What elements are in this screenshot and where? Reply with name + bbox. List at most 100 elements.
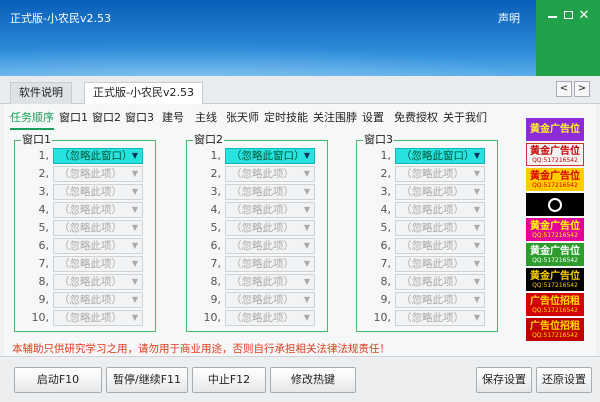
- legal-warning: 本辅助只供研究学习之用，请勿用于商业用途，否则自行承担相关法律法规责任！: [12, 343, 390, 355]
- edit-hotkey-button[interactable]: 修改热键: [270, 367, 356, 393]
- tab-window1[interactable]: 窗口1: [59, 108, 88, 128]
- row-number: 4,: [380, 203, 392, 216]
- task-select[interactable]: （忽略此项） ▼: [395, 310, 485, 326]
- ad-banner[interactable]: 黄金广告位 QQ:517216542: [526, 243, 584, 266]
- restore-settings-button[interactable]: 还原设置: [536, 367, 592, 393]
- title-bar-decoration: [0, 36, 600, 76]
- task-select[interactable]: （忽略此窗口） ▼: [395, 148, 485, 164]
- ad-text: 广告位招租: [530, 320, 580, 332]
- task-select[interactable]: （忽略此项） ▼: [395, 256, 485, 272]
- task-select[interactable]: （忽略此项） ▼: [225, 202, 315, 218]
- task-select[interactable]: （忽略此项） ▼: [395, 274, 485, 290]
- chevron-down-icon: ▼: [473, 223, 480, 232]
- tab-about-us[interactable]: 关于我们: [443, 108, 487, 128]
- tab-create-account[interactable]: 建号: [162, 108, 184, 128]
- ad-banner[interactable]: 黄金广告位 QQ:517216542: [526, 268, 584, 291]
- task-select[interactable]: （忽略此项） ▼: [225, 256, 315, 272]
- tab-window2[interactable]: 窗口2: [92, 108, 121, 128]
- chevron-down-icon: ▼: [473, 187, 480, 196]
- tab-software-info[interactable]: 软件说明: [10, 82, 72, 104]
- row-number: 9,: [210, 293, 222, 306]
- row-number: 10,: [31, 311, 50, 324]
- select-value: （忽略此项）: [59, 204, 122, 216]
- pause-resume-button[interactable]: 暂停/继续F11: [106, 367, 188, 393]
- group-title: 窗口3: [363, 133, 394, 147]
- row-number: 6,: [380, 239, 392, 252]
- ad-text: 黄金广告位: [530, 270, 580, 282]
- tab-follow-weibo[interactable]: 关注围脖: [313, 108, 357, 128]
- row-number: 6,: [210, 239, 222, 252]
- tab-prev-button[interactable]: <: [556, 81, 572, 97]
- tab-free-license[interactable]: 免费授权: [394, 108, 438, 128]
- task-select[interactable]: （忽略此项） ▼: [395, 238, 485, 254]
- task-select[interactable]: （忽略此项） ▼: [53, 292, 143, 308]
- task-select[interactable]: （忽略此项） ▼: [225, 292, 315, 308]
- task-select[interactable]: （忽略此项） ▼: [395, 184, 485, 200]
- save-settings-button[interactable]: 保存设置: [476, 367, 532, 393]
- stop-button[interactable]: 中止F12: [192, 367, 266, 393]
- task-select[interactable]: （忽略此项） ▼: [395, 292, 485, 308]
- chevron-down-icon: ▼: [303, 295, 310, 304]
- task-select[interactable]: （忽略此项） ▼: [225, 166, 315, 182]
- tab-main-quest[interactable]: 主线: [195, 108, 217, 128]
- task-select[interactable]: （忽略此项） ▼: [53, 184, 143, 200]
- row-number: 6,: [38, 239, 50, 252]
- chevron-down-icon: ▼: [473, 259, 480, 268]
- tab-main[interactable]: 正式版-小农民v2.53: [84, 82, 203, 104]
- task-select[interactable]: （忽略此项） ▼: [395, 220, 485, 236]
- task-select[interactable]: （忽略此项） ▼: [53, 256, 143, 272]
- task-select[interactable]: （忽略此项） ▼: [225, 274, 315, 290]
- task-select[interactable]: （忽略此项） ▼: [53, 310, 143, 326]
- select-value: （忽略此项）: [59, 258, 122, 270]
- row-number: 2,: [380, 167, 392, 180]
- task-select[interactable]: （忽略此窗口） ▼: [225, 148, 315, 164]
- task-select[interactable]: （忽略此项） ▼: [225, 310, 315, 326]
- task-select[interactable]: （忽略此项） ▼: [395, 202, 485, 218]
- task-select[interactable]: （忽略此项） ▼: [225, 184, 315, 200]
- tab-settings[interactable]: 设置: [362, 108, 384, 128]
- select-value: （忽略此项）: [59, 168, 122, 180]
- row-number: 3,: [38, 185, 50, 198]
- task-select[interactable]: （忽略此项） ▼: [225, 238, 315, 254]
- chevron-down-icon: ▼: [473, 295, 480, 304]
- row-number: 1,: [380, 149, 392, 162]
- chevron-down-icon: ▼: [473, 169, 480, 178]
- select-value: （忽略此窗口）: [59, 150, 133, 162]
- tab-task-order[interactable]: 任务顺序: [10, 108, 54, 130]
- task-select[interactable]: （忽略此窗口） ▼: [53, 148, 143, 164]
- ad-banner[interactable]: 广告位招租 QQ:517216542: [526, 318, 584, 341]
- select-value: （忽略此项）: [59, 222, 122, 234]
- task-select[interactable]: （忽略此项） ▼: [53, 274, 143, 290]
- tab-zhang-tianshi[interactable]: 张天师: [226, 108, 259, 128]
- row-number: 8,: [380, 275, 392, 288]
- ad-subtext: QQ:517216542: [532, 281, 578, 289]
- select-value: （忽略此项）: [59, 312, 122, 324]
- ad-logo-icon: [548, 197, 562, 212]
- ad-text: 广告位招租: [530, 295, 580, 307]
- task-select[interactable]: （忽略此项） ▼: [225, 220, 315, 236]
- statement-link[interactable]: 声明: [498, 10, 520, 26]
- select-value: （忽略此项）: [401, 294, 464, 306]
- ad-banner[interactable]: 黄金广告位 QQ:517216542: [526, 218, 584, 241]
- ad-banner[interactable]: [526, 193, 584, 216]
- close-button[interactable]: ✕: [568, 0, 600, 30]
- ad-banner[interactable]: 黄金广告位: [526, 118, 584, 141]
- tab-timed-skill[interactable]: 定时技能: [264, 108, 308, 128]
- ad-banner[interactable]: 黄金广告位 QQ:517216542: [526, 143, 584, 166]
- select-value: （忽略此项）: [401, 276, 464, 288]
- task-select[interactable]: （忽略此项） ▼: [53, 166, 143, 182]
- start-button[interactable]: 启动F10: [14, 367, 102, 393]
- ad-banner[interactable]: 黄金广告位 QQ:517216542: [526, 168, 584, 191]
- tab-window3[interactable]: 窗口3: [125, 108, 154, 128]
- select-value: （忽略此项）: [401, 312, 464, 324]
- chevron-down-icon: ▼: [131, 295, 138, 304]
- ad-banner[interactable]: 广告位招租 QQ:517216542: [526, 293, 584, 316]
- select-value: （忽略此项）: [231, 204, 294, 216]
- task-select[interactable]: （忽略此项） ▼: [53, 238, 143, 254]
- task-select[interactable]: （忽略此项） ▼: [53, 220, 143, 236]
- task-select[interactable]: （忽略此项） ▼: [395, 166, 485, 182]
- ad-text: 黄金广告位: [530, 145, 580, 157]
- task-select[interactable]: （忽略此项） ▼: [53, 202, 143, 218]
- tab-next-button[interactable]: >: [574, 81, 590, 97]
- select-value: （忽略此项）: [231, 276, 294, 288]
